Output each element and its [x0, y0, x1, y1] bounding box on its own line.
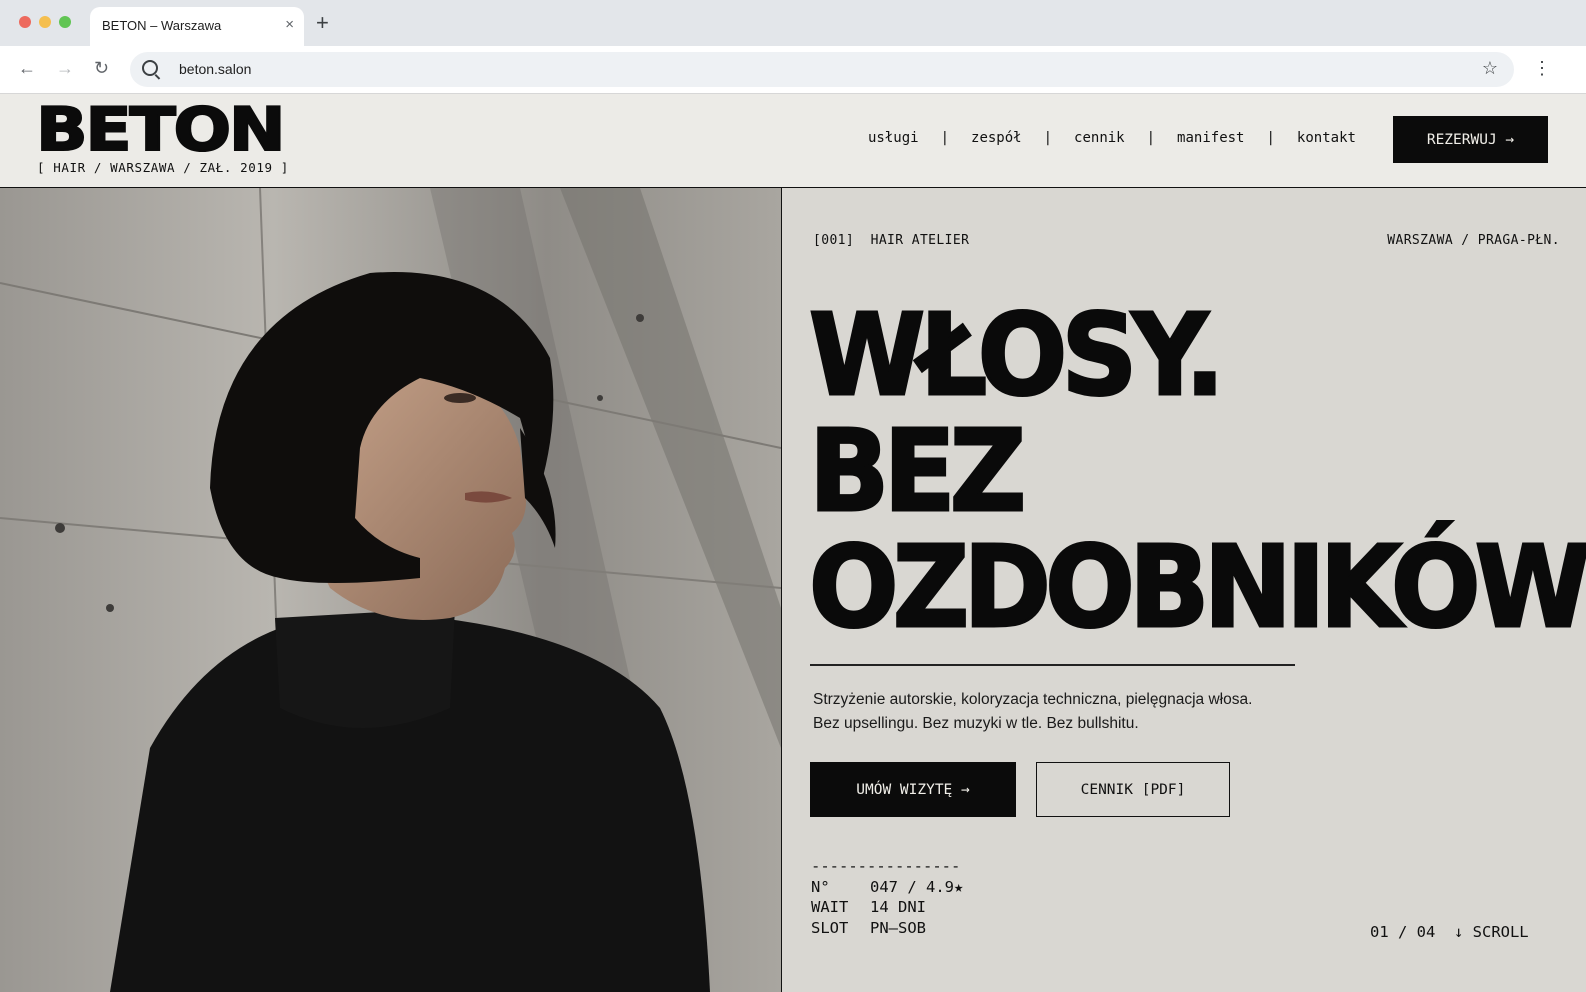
stat-row: N° 047 / 4.9★	[811, 877, 963, 898]
browser-tab-bar: BETON – Warszawa × +	[0, 0, 1586, 46]
close-tab-icon[interactable]: ×	[285, 16, 294, 34]
portrait-illustration	[0, 188, 781, 992]
logo[interactable]: BETON	[35, 97, 287, 163]
close-window-button[interactable]	[19, 16, 31, 28]
stat-row: WAIT 14 DNI	[811, 897, 963, 918]
nav-separator: |	[940, 130, 950, 146]
book-visit-button[interactable]: UMÓW WIZYTĘ →	[810, 762, 1016, 817]
price-list-pdf-button[interactable]: CENNIK [PDF]	[1036, 762, 1230, 817]
url-text[interactable]: beton.salon	[179, 61, 251, 77]
headline-line-2: BEZ	[808, 407, 1028, 537]
hero-description: Strzyżenie autorskie, koloryzacja techni…	[813, 688, 1252, 736]
main-nav: usługi | zespół | cennik | manifest | ko…	[868, 130, 1356, 146]
location-label: WARSZAWA / PRAGA-PŁN.	[1387, 233, 1560, 248]
description-line-2: Bez upsellingu. Bez muzyki w tle. Bez bu…	[813, 715, 1139, 732]
nav-item-zespol[interactable]: zespół	[971, 130, 1022, 146]
logo-tagline: [ HAIR / WARSZAWA / ZAŁ. 2019 ]	[37, 160, 289, 175]
forward-arrow-icon[interactable]: →	[56, 58, 74, 78]
stat-key: SLOT	[811, 918, 849, 937]
window-controls	[19, 16, 71, 28]
nav-item-cennik[interactable]: cennik	[1074, 130, 1125, 146]
headline-rule	[810, 664, 1295, 666]
reserve-button[interactable]: REZERWUJ →	[1393, 116, 1548, 163]
nav-separator: |	[1266, 130, 1275, 146]
page-content: BETON [ HAIR / WARSZAWA / ZAŁ. 2019 ] us…	[0, 94, 1586, 992]
hero-photo	[0, 188, 781, 992]
tab-title: BETON – Warszawa	[102, 18, 222, 33]
stat-value: 14 DNI	[870, 898, 926, 916]
maximize-window-button[interactable]	[59, 16, 71, 28]
kebab-menu-icon[interactable]: ⋮	[1533, 58, 1551, 78]
nav-item-kontakt[interactable]: kontakt	[1297, 130, 1356, 146]
reload-icon[interactable]: ↻	[94, 58, 109, 78]
hero-panel: [001] HAIR ATELIER WARSZAWA / PRAGA-PŁN.…	[782, 188, 1586, 992]
stat-value: 047 / 4.9★	[870, 877, 964, 896]
stats-rule: ----------------	[811, 857, 961, 875]
stat-key: N°	[811, 877, 830, 896]
browser-toolbar: ← → ↻ beton.salon ☆ ⋮	[0, 46, 1586, 94]
hero-headline: WŁOSY. BEZ OZDOBNIKÓW.	[808, 291, 1586, 653]
site-header: BETON [ HAIR / WARSZAWA / ZAŁ. 2019 ] us…	[0, 94, 1586, 188]
section-eyebrow: [001] HAIR ATELIER	[813, 233, 970, 248]
headline-line-1: WŁOSY.	[808, 291, 1227, 421]
minimize-window-button[interactable]	[39, 16, 51, 28]
browser-tab[interactable]: BETON – Warszawa ×	[90, 7, 304, 46]
nav-item-manifest[interactable]: manifest	[1177, 130, 1244, 146]
star-icon[interactable]: ☆	[1482, 58, 1498, 79]
nav-separator: |	[1146, 130, 1156, 146]
address-bar[interactable]: beton.salon ☆	[130, 52, 1514, 87]
stat-value: PN–SOB	[870, 918, 926, 937]
scroll-indicator[interactable]: 01 / 04 ↓ SCROLL	[1370, 923, 1529, 941]
search-icon	[142, 60, 158, 76]
stats-block: ---------------- N° 047 / 4.9★ WAIT 14 D…	[811, 856, 963, 938]
nav-separator: |	[1043, 130, 1053, 146]
stat-row: SLOT PN–SOB	[811, 918, 963, 939]
stat-key: WAIT	[811, 898, 849, 916]
description-line-1: Strzyżenie autorskie, koloryzacja techni…	[813, 691, 1253, 708]
back-arrow-icon[interactable]: ←	[18, 58, 36, 78]
headline-line-3: OZDOBNIKÓW.	[808, 523, 1586, 653]
nav-item-uslugi[interactable]: usługi	[868, 130, 919, 146]
new-tab-button[interactable]: +	[316, 10, 329, 36]
